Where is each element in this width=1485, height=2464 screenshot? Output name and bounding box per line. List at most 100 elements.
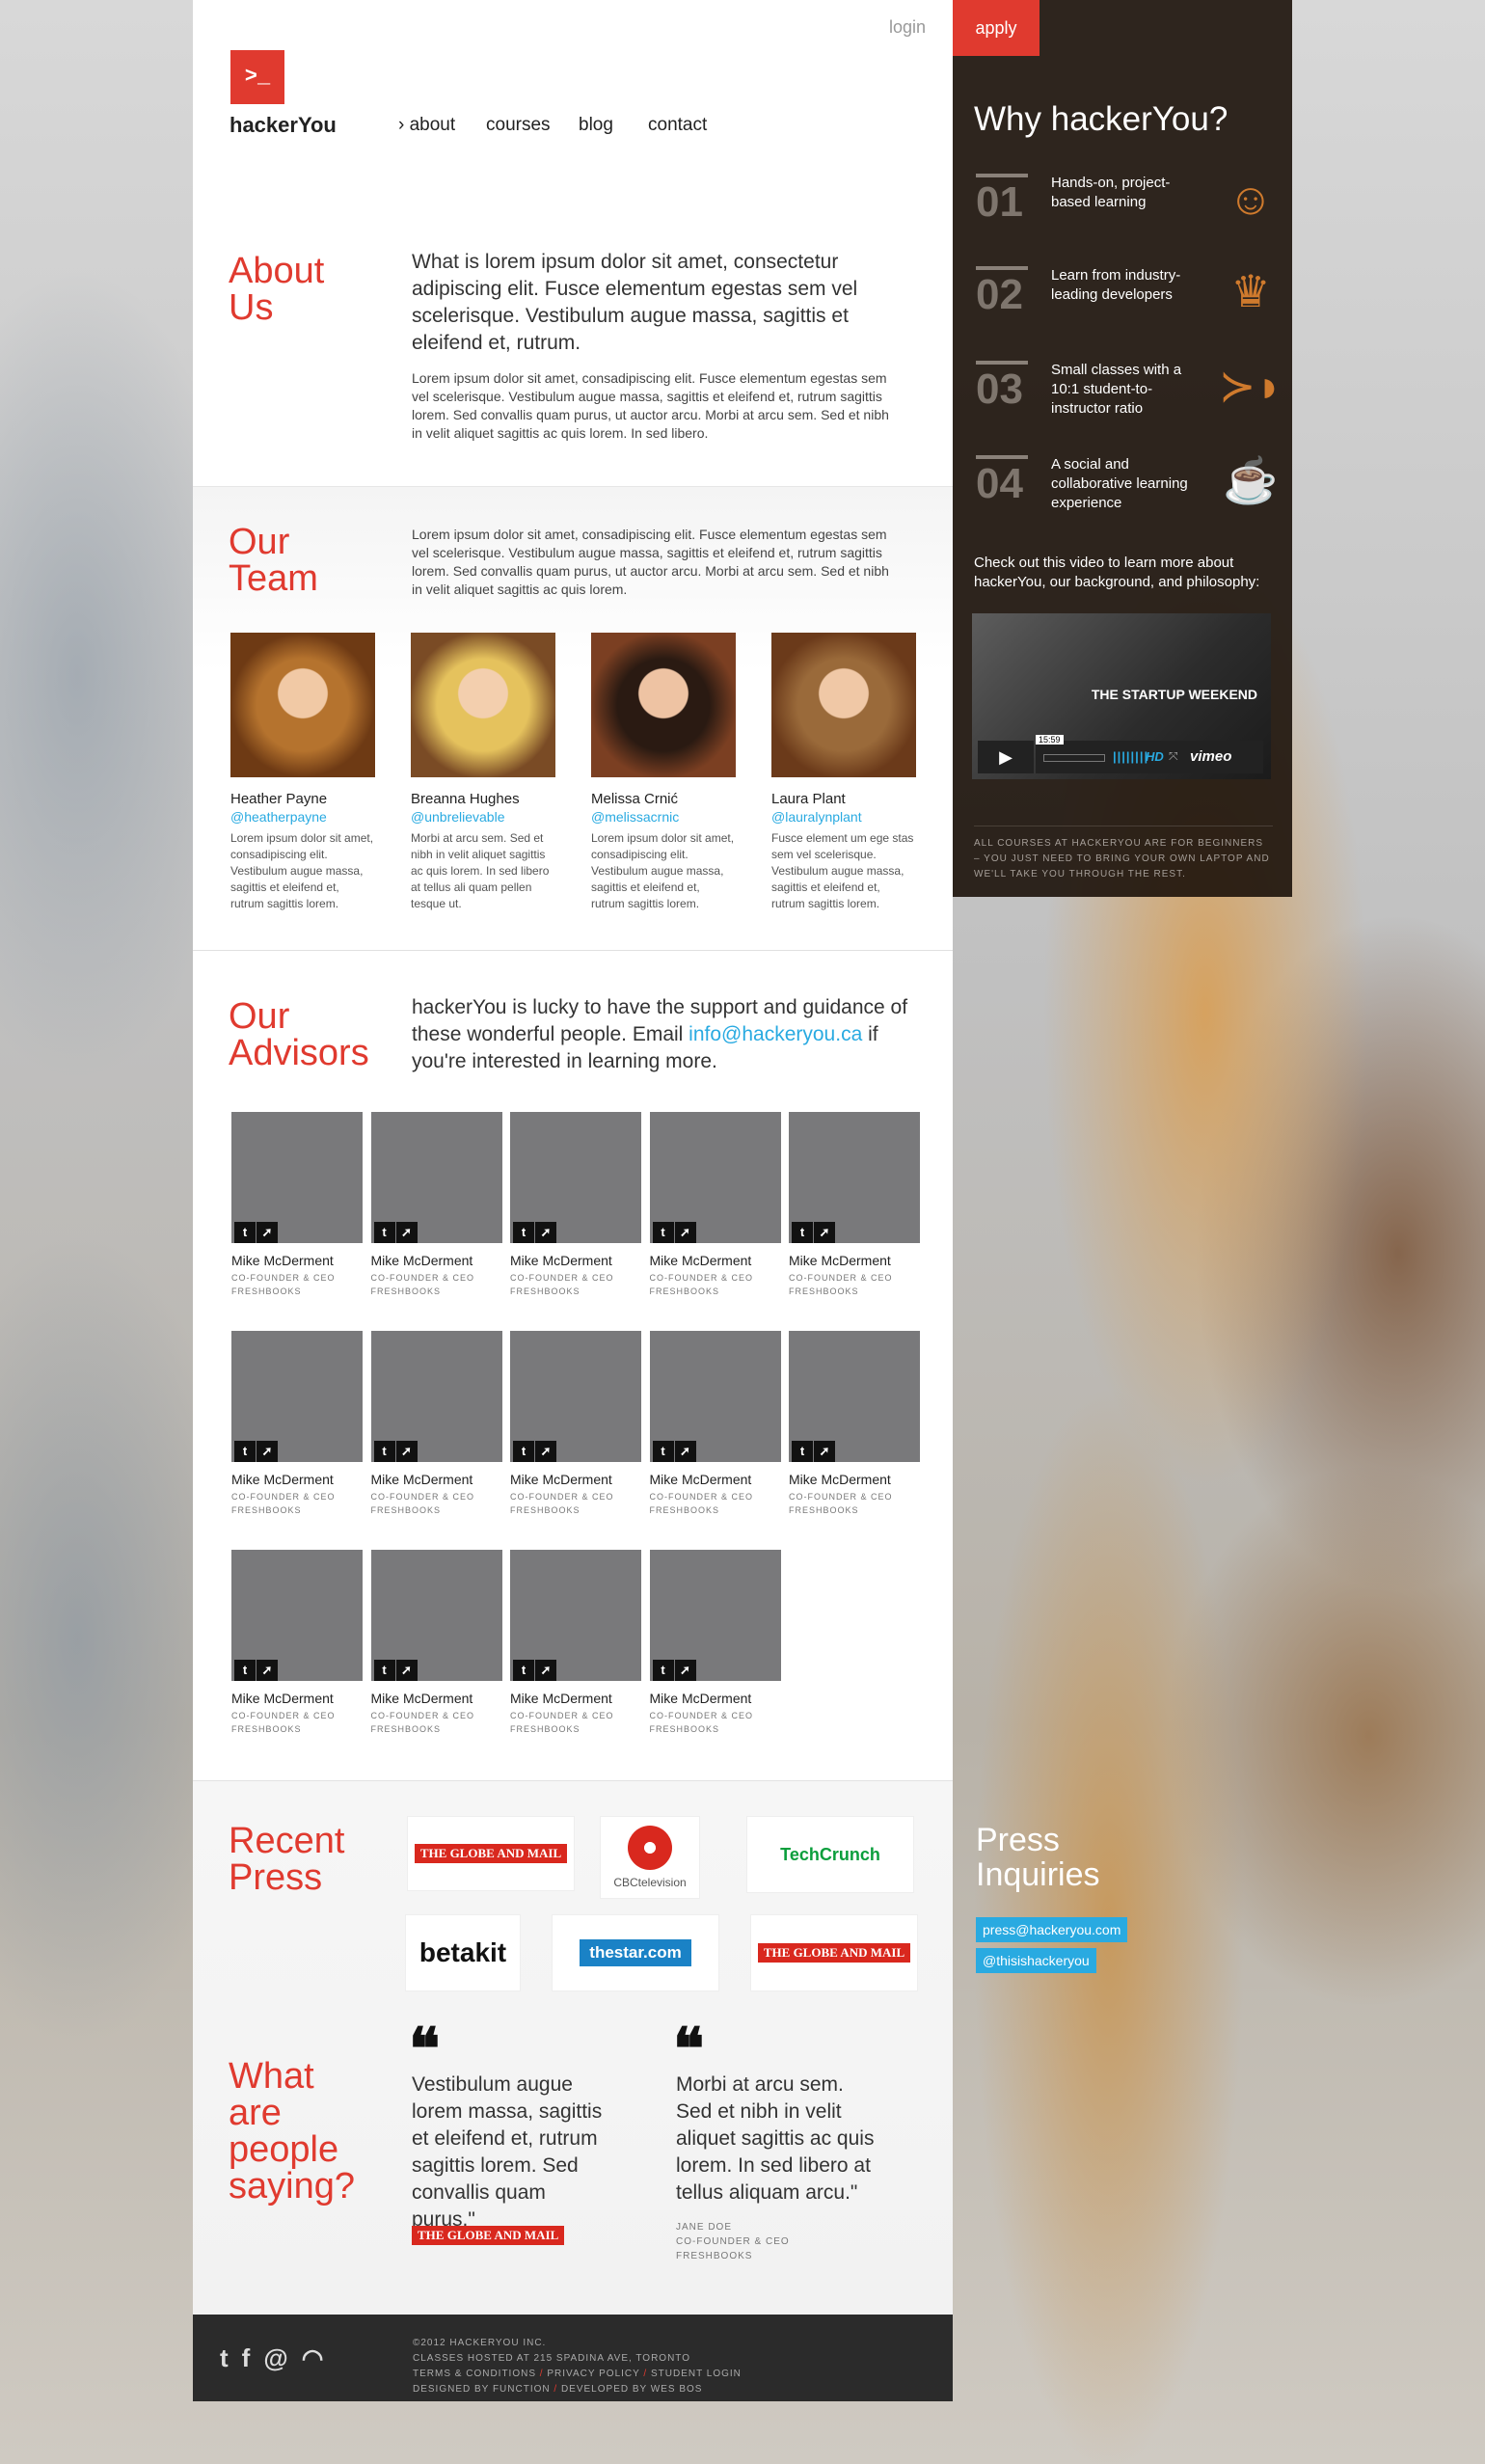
advisor-card: t ➚ Mike McDerment CO-FOUNDER & CEO FRESHBOO… xyxy=(231,1331,363,1517)
link-icon[interactable]: ➚ xyxy=(535,1222,556,1243)
quote-1: Vestibulum augue lorem massa, sagittis e… xyxy=(412,2073,603,2231)
nav-about[interactable]: › about xyxy=(398,115,455,136)
testimonials-title: What are people saying? xyxy=(229,2056,355,2207)
twitter-icon[interactable]: t xyxy=(792,1222,813,1243)
team-member-handle[interactable]: @melissacrnic xyxy=(591,809,745,825)
press-logo-globe[interactable]: THE GLOBE AND MAIL xyxy=(407,1816,575,1891)
press-logo-cbc[interactable]: CBCtelevision xyxy=(600,1816,700,1899)
advisor-name: Mike McDerment xyxy=(649,1253,752,1268)
avatar xyxy=(411,633,555,777)
advisor-name: Mike McDerment xyxy=(510,1253,612,1268)
twitter-icon[interactable]: t xyxy=(513,1660,534,1681)
twitter-icon[interactable]: t xyxy=(792,1441,813,1462)
team-member-bio: Fusce element um ege stas sem vel sceler… xyxy=(771,831,914,910)
facebook-icon[interactable]: f xyxy=(242,2343,251,2373)
about-lead: What is lorem ipsum dolor sit amet, cons… xyxy=(412,251,858,354)
link-icon[interactable]: ➚ xyxy=(256,1441,278,1462)
advisor-card: t ➚ Mike McDerment CO-FOUNDER & CEO FRESHBOO… xyxy=(231,1550,363,1736)
fullscreen-icon[interactable]: ⤧ xyxy=(1169,749,1178,764)
press-logo-globe-2[interactable]: THE GLOBE AND MAIL xyxy=(750,1914,918,1991)
video-progress[interactable] xyxy=(1043,754,1105,762)
link-icon[interactable]: ➚ xyxy=(674,1441,696,1462)
logo[interactable]: >_ xyxy=(230,50,284,104)
twitter-icon[interactable]: t xyxy=(652,1441,674,1462)
advisor-photo: t ➚ xyxy=(231,1331,363,1462)
advisor-name: Mike McDerment xyxy=(789,1253,891,1268)
advisor-card: t ➚ Mike McDerment CO-FOUNDER & CEO FRESHBOO… xyxy=(649,1550,781,1736)
advisor-card: t ➚ Mike McDerment CO-FOUNDER & CEO FRESHBOO… xyxy=(370,1112,502,1298)
press-logo-techcrunch[interactable]: TechCrunch xyxy=(746,1816,914,1893)
twitter-icon[interactable]: t xyxy=(513,1222,534,1243)
team-member-handle[interactable]: @lauralynplant xyxy=(771,809,926,825)
twitter-icon[interactable]: t xyxy=(234,1660,256,1681)
designed-by-link[interactable]: DESIGNED BY FUNCTION xyxy=(413,2384,551,2395)
advisors-email-link[interactable]: info@hackeryou.ca xyxy=(688,1023,862,1045)
link-icon[interactable]: ➚ xyxy=(256,1222,278,1243)
press-logo-thestar[interactable]: thestar.com xyxy=(552,1914,719,1991)
twitter-icon[interactable]: t xyxy=(652,1222,674,1243)
advisors-title: Our Advisors xyxy=(229,996,369,1073)
terms-link[interactable]: TERMS & CONDITIONS xyxy=(413,2369,536,2379)
link-icon[interactable]: ➚ xyxy=(674,1222,696,1243)
team-member-handle[interactable]: @unbrelievable xyxy=(411,809,565,825)
link-icon[interactable]: ➚ xyxy=(395,1441,418,1462)
link-icon[interactable]: ➚ xyxy=(395,1222,418,1243)
link-icon[interactable]: ➚ xyxy=(256,1660,278,1681)
student-login-link[interactable]: STUDENT LOGIN xyxy=(651,2369,742,2379)
coffee-icon: ☕ xyxy=(1223,455,1279,505)
vimeo-logo[interactable]: vimeo xyxy=(1190,748,1231,765)
advisor-role: CO-FOUNDER & CEO FRESHBOOKS xyxy=(510,1711,614,1734)
team-member-bio: Morbi at arcu sem. Sed et nibh in velit … xyxy=(411,831,550,910)
team-member-name: Laura Plant xyxy=(771,791,846,807)
press-email-link[interactable]: press@hackeryou.com xyxy=(976,1917,1128,1942)
link-icon[interactable]: ➚ xyxy=(814,1222,835,1243)
twitter-icon[interactable]: t xyxy=(373,1660,395,1681)
trophy-icon: ♛ xyxy=(1230,266,1271,316)
link-icon[interactable]: ➚ xyxy=(535,1441,556,1462)
nav-contact[interactable]: contact xyxy=(648,115,707,136)
advisor-name: Mike McDerment xyxy=(370,1253,473,1268)
link-icon[interactable]: ➚ xyxy=(674,1660,696,1681)
play-button[interactable]: ▶ xyxy=(978,741,1034,773)
link-icon[interactable]: ➚ xyxy=(814,1441,835,1462)
team-body: Lorem ipsum dolor sit amet, consadipisci… xyxy=(412,527,889,597)
developed-by-link[interactable]: DEVELOPED BY WES BOS xyxy=(561,2384,703,2395)
video-intro: Check out this video to learn more about… xyxy=(974,555,1260,590)
link-icon[interactable]: ➚ xyxy=(395,1660,418,1681)
press-twitter-link[interactable]: @thisishackeryou xyxy=(976,1948,1096,1973)
twitter-icon[interactable]: t xyxy=(373,1441,395,1462)
twitter-icon[interactable]: t xyxy=(220,2343,229,2373)
login-link[interactable]: login xyxy=(889,17,926,38)
video-title: THE STARTUP WEEKEND xyxy=(1091,687,1257,702)
advisor-card: t ➚ Mike McDerment CO-FOUNDER & CEO FRESHBOO… xyxy=(649,1112,781,1298)
quote-2: Morbi at arcu sem. Sed et nibh in velit … xyxy=(676,2073,875,2204)
apply-button[interactable]: apply xyxy=(953,0,1040,56)
avatar xyxy=(230,633,375,777)
nav-courses[interactable]: courses xyxy=(486,115,551,136)
nav-blog[interactable]: blog xyxy=(579,115,613,136)
brand-name[interactable]: hackerYou xyxy=(230,113,337,138)
twitter-icon[interactable]: t xyxy=(513,1441,534,1462)
rss-icon[interactable]: ◠ xyxy=(302,2343,324,2373)
advisor-card: t ➚ Mike McDerment CO-FOUNDER & CEO FRESHBOO… xyxy=(370,1550,502,1736)
volume-icon[interactable]: |||||||| xyxy=(1113,749,1148,764)
advisor-name: Mike McDerment xyxy=(789,1472,891,1487)
video-player[interactable]: THE STARTUP WEEKEND ▶ 15:59 |||||||| HD … xyxy=(972,613,1271,779)
person-icon: ☺ xyxy=(1228,174,1274,224)
twitter-icon[interactable]: t xyxy=(652,1660,674,1681)
twitter-icon[interactable]: t xyxy=(234,1441,256,1462)
footer-text: ©2012 HACKERYOU INC. CLASSES HOSTED AT 2… xyxy=(413,2338,742,2395)
advisor-name: Mike McDerment xyxy=(649,1472,752,1487)
twitter-icon[interactable]: t xyxy=(234,1222,256,1243)
advisor-card: t ➚ Mike McDerment CO-FOUNDER & CEO FRESHBOO… xyxy=(789,1112,920,1298)
hd-button[interactable]: HD xyxy=(1146,749,1164,764)
advisor-name: Mike McDerment xyxy=(649,1691,752,1706)
press-logo-betakit[interactable]: betakit xyxy=(405,1914,521,1991)
team-member-handle[interactable]: @heatherpayne xyxy=(230,809,385,825)
link-icon[interactable]: ➚ xyxy=(535,1660,556,1681)
email-icon[interactable]: @ xyxy=(263,2343,287,2373)
twitter-icon[interactable]: t xyxy=(373,1222,395,1243)
step-4: 04 A social and collaborative learning ex… xyxy=(976,455,1284,542)
privacy-link[interactable]: PRIVACY POLICY xyxy=(547,2369,639,2379)
press-inquiries-title: Press Inquiries xyxy=(976,1822,1100,1893)
